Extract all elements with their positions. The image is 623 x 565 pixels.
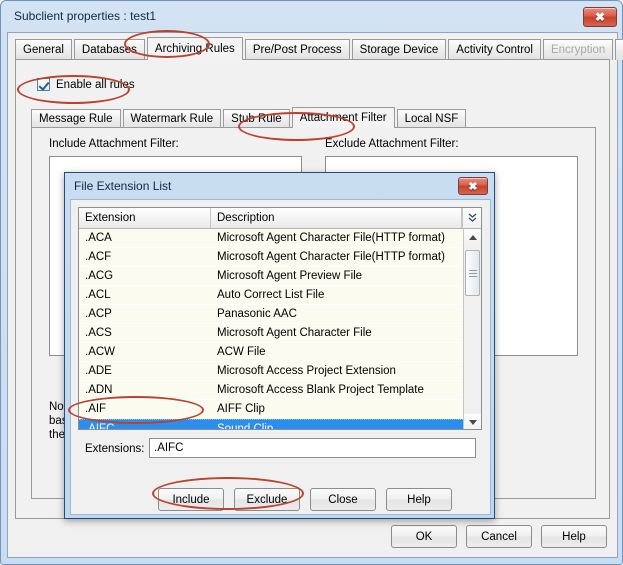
cell-description: Microsoft Agent Character File(HTTP form… (211, 232, 465, 244)
close-icon: ✖ (584, 8, 616, 26)
dialog-body: Extension Description .ACAMicrosoft Agen… (70, 199, 491, 515)
column-header-extension[interactable]: Extension (79, 208, 211, 228)
checkbox-checked-icon (37, 78, 50, 91)
cell-description: Microsoft Access Blank Project Template (211, 384, 465, 396)
extensions-input[interactable] (149, 438, 476, 458)
cell-description: Auto Correct List File (211, 289, 465, 301)
cell-extension: .AIFC (79, 423, 211, 431)
file-extension-list-dialog: File Extension List ✖ Extension Descript… (64, 172, 495, 519)
help-button[interactable]: Help (386, 488, 452, 511)
cell-description: Sound Clip (211, 423, 465, 431)
grid-vertical-scrollbar[interactable] (463, 229, 481, 430)
tab-general[interactable]: General (15, 39, 72, 60)
archiving-subtabstrip: Message Rule Watermark Rule Stub Rule At… (31, 108, 468, 128)
main-tabstrip: General Databases Archiving Rules Pre/Po… (15, 38, 623, 60)
subtab-message-rule[interactable]: Message Rule (31, 109, 121, 128)
dialog-title: File Extension List (74, 179, 171, 193)
grid-row-container: .ACAMicrosoft Agent Character File(HTTP … (79, 229, 465, 430)
help-button[interactable]: Help (541, 525, 607, 548)
cell-description: ACW File (211, 346, 465, 358)
cell-description: Microsoft Agent Character File(HTTP form… (211, 251, 465, 263)
tab-security[interactable]: Security (615, 39, 623, 60)
dialog-close-button[interactable]: ✖ (458, 177, 488, 195)
cell-extension: .ADE (79, 365, 211, 377)
close-icon: ✖ (459, 178, 487, 194)
window-close-button[interactable]: ✖ (583, 7, 617, 27)
enable-all-rules-checkbox[interactable]: Enable all rules (37, 78, 135, 91)
scroll-down-arrow-icon[interactable] (464, 414, 481, 430)
cell-extension: .ACL (79, 289, 211, 301)
table-row[interactable]: .ACPPanasonic AAC (79, 305, 465, 324)
table-row[interactable]: .ADEMicrosoft Access Project Extension (79, 362, 465, 381)
table-row[interactable]: .ACFMicrosoft Agent Character File(HTTP … (79, 248, 465, 267)
subtab-local-nsf[interactable]: Local NSF (397, 109, 467, 128)
cell-description: Microsoft Agent Character File (211, 327, 465, 339)
tab-databases[interactable]: Databases (74, 39, 145, 60)
dialog-titlebar: File Extension List ✖ (65, 173, 494, 199)
table-row[interactable]: .ADNMicrosoft Access Blank Project Templ… (79, 381, 465, 400)
screenshot-root: Subclient properties : test1 ✖ General D… (0, 0, 623, 565)
window-title: Subclient properties : test1 (14, 9, 156, 23)
close-button[interactable]: Close (310, 488, 376, 511)
tab-archiving-rules[interactable]: Archiving Rules (147, 37, 243, 60)
scrollbar-grip-icon (469, 270, 477, 277)
include-attachment-filter-label: Include Attachment Filter: (49, 138, 179, 150)
subtab-watermark-rule[interactable]: Watermark Rule (123, 109, 222, 128)
exclude-button[interactable]: Exclude (234, 488, 300, 511)
enable-all-rules-label: Enable all rules (56, 79, 135, 91)
tab-encryption: Encryption (543, 39, 613, 60)
subtab-stub-rule[interactable]: Stub Rule (223, 109, 290, 128)
table-row[interactable]: .AIFAIFF Clip (79, 400, 465, 419)
cell-extension: .ADN (79, 384, 211, 396)
cell-extension: .ACP (79, 308, 211, 320)
tab-activity-control[interactable]: Activity Control (448, 39, 541, 60)
scrollbar-thumb[interactable] (465, 250, 480, 296)
grid-header-row: Extension Description (79, 208, 481, 229)
window-button-bar: OK Cancel Help (391, 525, 607, 548)
dialog-button-bar: Include Exclude Close Help (158, 488, 452, 511)
double-chevron-down-icon[interactable] (462, 208, 481, 228)
table-row[interactable]: .AIFCSound Clip (79, 419, 465, 430)
cell-extension: .ACF (79, 251, 211, 263)
cell-description: Microsoft Agent Preview File (211, 270, 465, 282)
cell-extension: .ACA (79, 232, 211, 244)
include-button[interactable]: Include (158, 488, 224, 511)
cell-extension: .ACG (79, 270, 211, 282)
cell-extension: .ACW (79, 346, 211, 358)
tab-storage-device[interactable]: Storage Device (352, 39, 447, 60)
table-row[interactable]: .ACAMicrosoft Agent Character File(HTTP … (79, 229, 465, 248)
cancel-button[interactable]: Cancel (466, 525, 532, 548)
extensions-label: Extensions: (85, 443, 144, 455)
table-row[interactable]: .ACLAuto Correct List File (79, 286, 465, 305)
cell-extension: .AIF (79, 403, 211, 415)
scroll-up-arrow-icon[interactable] (464, 229, 481, 246)
extension-grid: Extension Description .ACAMicrosoft Agen… (78, 207, 482, 430)
cell-description: Panasonic AAC (211, 308, 465, 320)
table-row[interactable]: .ACWACW File (79, 343, 465, 362)
ok-button[interactable]: OK (391, 525, 457, 548)
window-titlebar: Subclient properties : test1 ✖ (1, 1, 623, 32)
exclude-attachment-filter-label: Exclude Attachment Filter: (325, 138, 459, 150)
column-header-description[interactable]: Description (211, 208, 462, 228)
table-row[interactable]: .ACGMicrosoft Agent Preview File (79, 267, 465, 286)
cell-description: AIFF Clip (211, 403, 465, 415)
cell-extension: .ACS (79, 327, 211, 339)
table-row[interactable]: .ACSMicrosoft Agent Character File (79, 324, 465, 343)
cell-description: Microsoft Access Project Extension (211, 365, 465, 377)
tab-pre-post-process[interactable]: Pre/Post Process (245, 39, 350, 60)
subtab-attachment-filter[interactable]: Attachment Filter (292, 107, 395, 128)
